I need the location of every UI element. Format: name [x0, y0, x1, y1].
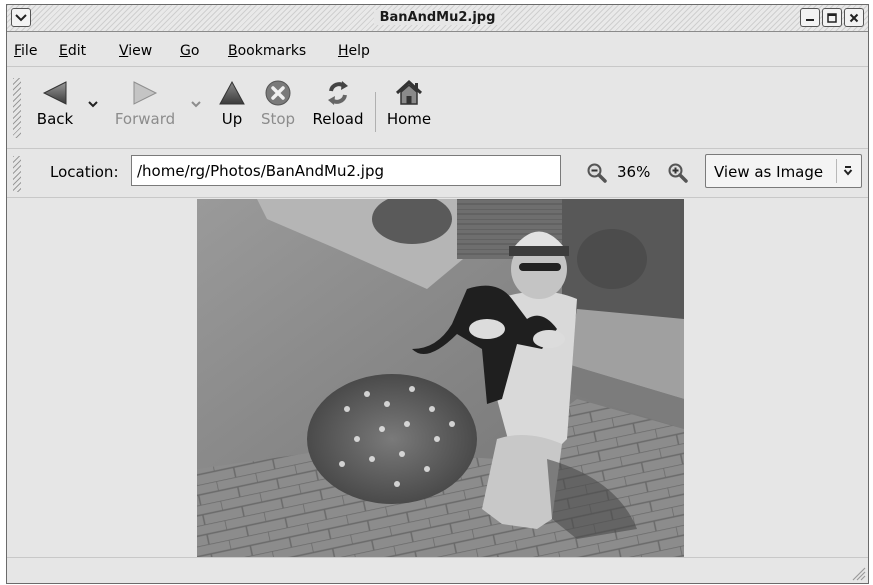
browser-window: BanAndMu2.jpg File Edit View Go Bookmark… — [6, 4, 869, 584]
chevron-down-icon — [191, 101, 201, 108]
content-area — [7, 199, 868, 557]
home-label: Home — [386, 110, 432, 128]
locationbar-grip[interactable] — [13, 156, 21, 192]
menu-edit-label: dit — [67, 43, 87, 59]
zoom-in-button[interactable] — [667, 162, 689, 188]
zoom-out-button[interactable] — [586, 162, 608, 188]
view-as-label: View as Image — [714, 163, 824, 181]
close-icon — [849, 13, 859, 22]
resize-grip-icon[interactable] — [848, 563, 866, 581]
zoom-level: 36% — [617, 163, 651, 181]
reload-button[interactable]: Reload — [309, 78, 367, 128]
menu-file-mnemonic: F — [14, 43, 22, 59]
minimize-button[interactable] — [800, 8, 820, 27]
menu-edit-mnemonic: E — [59, 43, 68, 59]
minimize-icon — [806, 18, 814, 21]
stop-label: Stop — [260, 110, 296, 128]
view-as-dropdown[interactable]: View as Image — [705, 154, 862, 188]
up-label: Up — [221, 110, 243, 128]
menu-file-label: ile — [21, 43, 38, 59]
chevron-down-icon — [88, 101, 98, 108]
menu-bookmarks[interactable]: Bookmarks — [228, 43, 306, 59]
menu-go[interactable]: Go — [180, 43, 199, 59]
forward-label: Forward — [114, 110, 176, 128]
menu-help-label: elp — [348, 43, 370, 59]
view-as-arrow — [836, 159, 858, 183]
menu-file[interactable]: File — [14, 43, 37, 59]
close-button[interactable] — [844, 8, 864, 27]
title-bar[interactable]: BanAndMu2.jpg — [7, 5, 868, 32]
location-input[interactable]: /home/rg/Photos/BanAndMu2.jpg — [131, 155, 561, 186]
menu-view-mnemonic: V — [119, 43, 129, 59]
location-bar: Location: /home/rg/Photos/BanAndMu2.jpg … — [7, 150, 868, 198]
menu-view[interactable]: View — [119, 43, 152, 59]
toolbar-grip[interactable] — [13, 78, 21, 138]
forward-button[interactable]: Forward — [110, 78, 180, 128]
menu-help[interactable]: Help — [338, 43, 370, 59]
menu-bookmarks-mnemonic: B — [228, 43, 238, 59]
home-icon — [395, 79, 423, 105]
back-label: Back — [36, 110, 74, 128]
home-button[interactable]: Home — [384, 78, 434, 128]
menu-bar: File Edit View Go Bookmarks Help — [7, 33, 868, 67]
stop-icon — [265, 80, 291, 106]
reload-label: Reload — [312, 110, 364, 128]
maximize-button[interactable] — [822, 8, 842, 27]
stop-button[interactable]: Stop — [258, 78, 298, 128]
zoom-in-icon — [668, 163, 688, 183]
toolbar-separator — [375, 92, 376, 132]
menu-help-mnemonic: H — [338, 43, 349, 59]
menu-view-label: iew — [128, 43, 153, 59]
status-bar — [7, 557, 868, 583]
menu-bookmarks-label: ookmarks — [237, 43, 307, 59]
forward-arrow-icon — [133, 81, 158, 105]
up-arrow-icon — [219, 80, 245, 105]
back-arrow-icon — [42, 81, 67, 105]
menu-edit[interactable]: Edit — [59, 43, 86, 59]
navigation-toolbar: Back Forward Up Stop Reload Home — [7, 68, 868, 149]
forward-history-dropdown[interactable] — [190, 98, 202, 113]
back-button[interactable]: Back — [31, 78, 79, 128]
photo-image[interactable] — [197, 199, 684, 557]
photo-illustration — [197, 199, 684, 557]
zoom-out-icon — [587, 163, 607, 183]
location-label: Location: — [50, 163, 119, 181]
reload-icon — [328, 81, 348, 105]
up-button[interactable]: Up — [217, 78, 247, 128]
window-title: BanAndMu2.jpg — [7, 10, 868, 25]
menu-go-label: o — [190, 43, 200, 59]
chevron-down-icon — [843, 166, 852, 176]
menu-go-mnemonic: G — [180, 43, 191, 59]
maximize-icon — [827, 12, 837, 23]
back-history-dropdown[interactable] — [87, 98, 99, 113]
